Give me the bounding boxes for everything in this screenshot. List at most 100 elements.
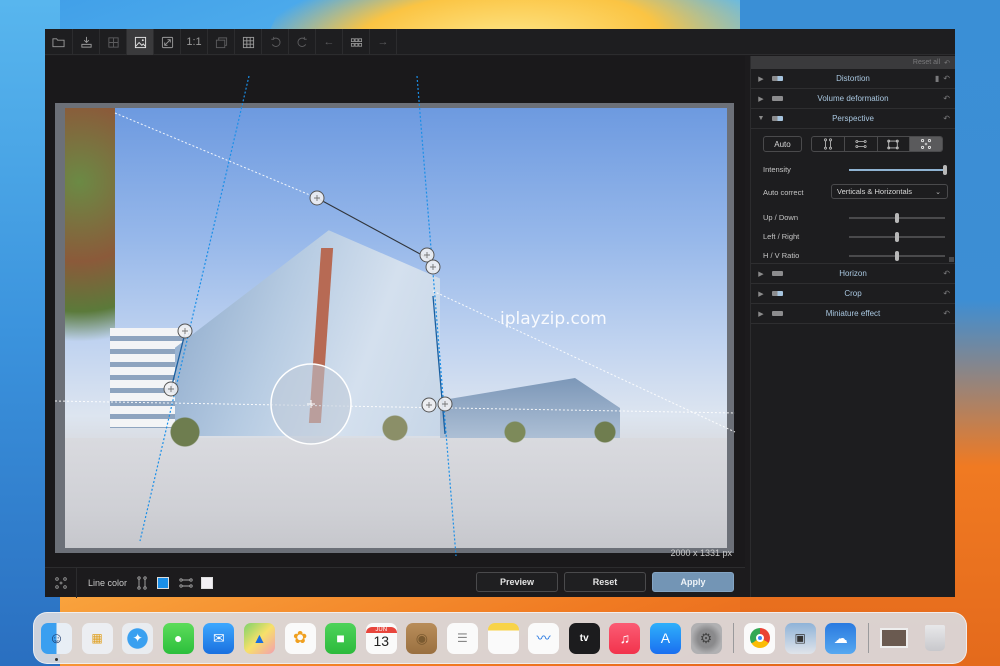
dock-facetime[interactable]: ■ bbox=[325, 622, 357, 654]
image-capture-icon bbox=[880, 628, 909, 648]
mode-verticals-button[interactable] bbox=[812, 137, 845, 151]
fit-screen-button[interactable] bbox=[154, 29, 181, 55]
chat-bubble-icon: ● bbox=[174, 630, 183, 646]
reset-icon[interactable]: ↶ bbox=[943, 94, 950, 103]
download-icon bbox=[80, 36, 92, 48]
dock-app-store[interactable]: A bbox=[649, 622, 681, 654]
mode-horizontals-button[interactable] bbox=[845, 137, 878, 151]
slider-thumb[interactable] bbox=[943, 165, 947, 175]
section-volume-deformation[interactable]: ▶ Volume deformation ↶ bbox=[751, 89, 955, 109]
section-miniature-effect[interactable]: ▶ Miniature effect ↶ bbox=[751, 304, 955, 324]
panel-resize-handle[interactable] bbox=[949, 257, 954, 262]
enable-toggle[interactable] bbox=[772, 271, 783, 276]
vertical-line-color-swatch[interactable] bbox=[157, 576, 170, 589]
mode-rectangle-button[interactable] bbox=[878, 137, 911, 151]
dock-trash[interactable] bbox=[919, 623, 950, 654]
enable-toggle[interactable] bbox=[772, 96, 783, 101]
expand-arrow-icon[interactable]: ▶ bbox=[754, 75, 768, 83]
intensity-slider[interactable] bbox=[849, 165, 947, 175]
slider-thumb[interactable] bbox=[895, 251, 899, 261]
dock-safari[interactable]: ✦ bbox=[122, 622, 154, 654]
dock-music[interactable]: ♫ bbox=[609, 622, 641, 654]
expand-arrow-icon[interactable]: ▶ bbox=[754, 290, 768, 298]
dock-calendar[interactable]: JUN 13 bbox=[365, 622, 397, 654]
dock-reminders[interactable]: ☰ bbox=[446, 622, 478, 654]
auto-button[interactable]: Auto bbox=[763, 136, 802, 152]
photos-flower-icon: ✿ bbox=[292, 628, 308, 647]
grid-button[interactable] bbox=[235, 29, 262, 55]
dock-system-settings[interactable]: ⚙ bbox=[690, 622, 722, 654]
horizontal-lines-icon bbox=[179, 576, 193, 590]
mode-points-button[interactable] bbox=[910, 137, 942, 151]
dock-preview[interactable]: ▣ bbox=[784, 622, 816, 654]
undo-button[interactable] bbox=[262, 29, 289, 55]
vertical-lines-icon bbox=[135, 575, 149, 590]
reset-icon[interactable]: ↶ bbox=[943, 114, 950, 123]
dock-maps[interactable]: ▲ bbox=[243, 622, 275, 654]
hv-ratio-slider[interactable] bbox=[849, 251, 945, 261]
dock-photos[interactable]: ✿ bbox=[284, 622, 316, 654]
trash-icon bbox=[924, 625, 945, 651]
control-points-mode-button[interactable] bbox=[45, 567, 77, 598]
launchpad-icon: ▦ bbox=[91, 631, 103, 645]
reset-button[interactable]: Reset bbox=[564, 572, 646, 592]
reset-icon[interactable]: ↶ bbox=[943, 74, 950, 83]
horizontal-line-color-swatch[interactable] bbox=[201, 576, 214, 589]
open-folder-button[interactable] bbox=[45, 29, 73, 55]
section-crop[interactable]: ▶ Crop ↶ bbox=[751, 284, 955, 304]
next-button[interactable]: → bbox=[370, 29, 397, 55]
reset-icon[interactable]: ↶ bbox=[943, 309, 950, 318]
left-right-slider[interactable] bbox=[849, 232, 945, 242]
dock-apple-tv[interactable]: tv bbox=[568, 622, 600, 654]
dock-mail[interactable]: ✉ bbox=[203, 622, 235, 654]
browser-grid-button[interactable] bbox=[343, 29, 370, 55]
enable-toggle[interactable] bbox=[772, 116, 783, 121]
expand-arrow-icon[interactable]: ▶ bbox=[754, 95, 768, 103]
reset-icon[interactable]: ↶ bbox=[943, 289, 950, 298]
enable-toggle[interactable] bbox=[772, 311, 783, 316]
dock-finder[interactable]: ☺ bbox=[41, 622, 72, 661]
slider-thumb[interactable] bbox=[895, 232, 899, 242]
trash-icon[interactable]: ▮ bbox=[935, 74, 939, 83]
dock-contacts[interactable]: ◉ bbox=[406, 622, 438, 654]
expand-arrow-icon[interactable]: ▶ bbox=[754, 270, 768, 278]
reset-all-button[interactable]: Reset all bbox=[913, 59, 940, 66]
dock-image-capture[interactable] bbox=[879, 623, 910, 654]
dock-launchpad[interactable]: ▦ bbox=[81, 622, 113, 654]
undo-arrow-icon[interactable]: ↶ bbox=[944, 59, 950, 67]
section-horizon[interactable]: ▶ Horizon ↶ bbox=[751, 264, 955, 284]
dock-freeform[interactable]: 〰 bbox=[528, 622, 560, 654]
preview-button[interactable]: Preview bbox=[476, 572, 558, 592]
apple-tv-icon: tv bbox=[579, 632, 589, 644]
image-canvas[interactable]: iplayzip.com 2000 x 1331 px bbox=[45, 56, 745, 567]
slider-thumb[interactable] bbox=[895, 213, 899, 223]
enable-toggle[interactable] bbox=[772, 291, 783, 296]
compare-view-button[interactable] bbox=[100, 29, 127, 55]
dock-notes[interactable] bbox=[487, 622, 519, 654]
reset-icon[interactable]: ↶ bbox=[943, 269, 950, 278]
previous-button[interactable]: ← bbox=[316, 29, 343, 55]
section-perspective[interactable]: ▼ Perspective ↶ bbox=[751, 109, 955, 129]
image-view-button[interactable] bbox=[127, 29, 154, 55]
expand-arrow-icon[interactable]: ▶ bbox=[754, 310, 768, 318]
redo-button[interactable] bbox=[289, 29, 316, 55]
plaza-ground bbox=[65, 438, 727, 548]
adjustments-panel: Reset all ↶ ▶ Distortion ▮ ↶ ▶ Volume def… bbox=[750, 56, 955, 597]
dock-messages[interactable]: ● bbox=[162, 622, 194, 654]
rectangle-icon bbox=[887, 139, 900, 149]
section-distortion[interactable]: ▶ Distortion ▮ ↶ bbox=[751, 69, 955, 89]
actual-size-button[interactable]: 1:1 bbox=[181, 29, 208, 55]
dock-weather[interactable]: ☁ bbox=[825, 622, 857, 654]
apply-button[interactable]: Apply bbox=[652, 572, 734, 592]
glass-building bbox=[175, 230, 440, 436]
enable-toggle[interactable] bbox=[772, 76, 783, 81]
auto-correct-select[interactable]: Verticals & Horizontals ⌄ bbox=[831, 184, 948, 199]
left-right-label: Left / Right bbox=[763, 232, 800, 241]
collapse-arrow-icon[interactable]: ▼ bbox=[754, 115, 768, 122]
layers-icon bbox=[215, 36, 227, 48]
stack-button[interactable] bbox=[208, 29, 235, 55]
perspective-controls: Auto Intensity Auto correct Verticals & … bbox=[751, 129, 955, 264]
up-down-slider[interactable] bbox=[849, 213, 945, 223]
export-button[interactable] bbox=[73, 29, 100, 55]
dock-chrome[interactable] bbox=[744, 622, 776, 654]
